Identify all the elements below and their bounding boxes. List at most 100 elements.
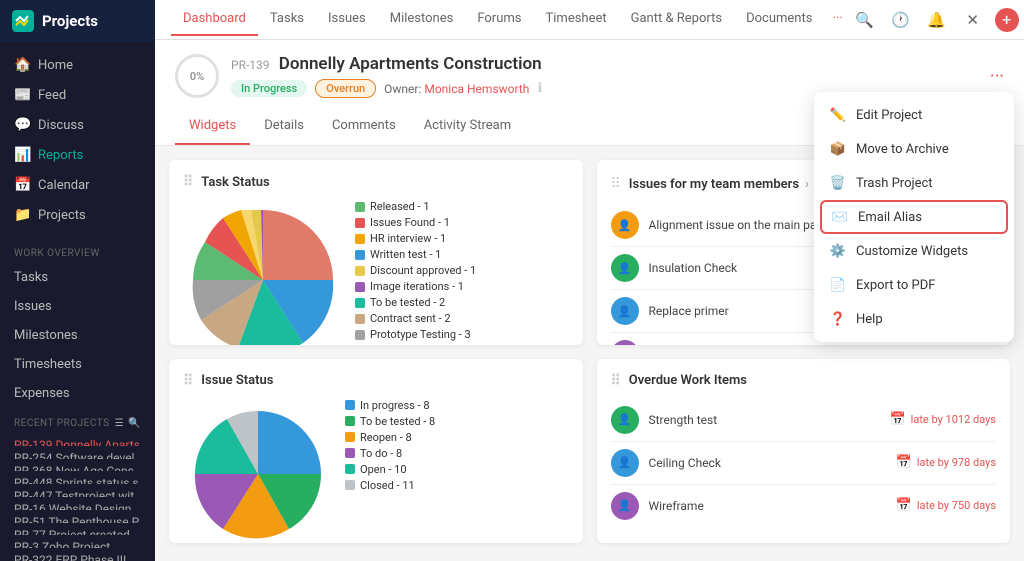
sidebar-item-timesheets[interactable]: Timesheets xyxy=(0,350,155,379)
sidebar-item-expenses[interactable]: Expenses xyxy=(0,379,155,408)
drag-handle-overdue[interactable]: ⠿ xyxy=(611,373,621,389)
content-area: 0% PR-139 Donnelly Apartments Constructi… xyxy=(155,40,1024,561)
topbar-dashboard[interactable]: Dashboard xyxy=(171,3,258,36)
tab-comments[interactable]: Comments xyxy=(318,108,410,145)
issue-status-legend: In progress - 8 To be tested - 8 Reopen … xyxy=(345,399,435,492)
sidebar-item-issues[interactable]: Issues xyxy=(0,292,155,321)
issue-avatar: 👤 xyxy=(611,254,639,282)
issue-avatar: 👤 xyxy=(611,211,639,239)
overdue-row-ceiling[interactable]: 👤 Ceiling Check 📅 late by 978 days xyxy=(611,442,997,485)
legend-released: Released - 1 xyxy=(355,200,476,213)
calendar-icon: 📅 xyxy=(889,412,905,427)
bell-icon[interactable]: 🔔 xyxy=(923,6,951,34)
legend-closed: Closed - 11 xyxy=(345,479,435,492)
issues-title: Issues for my team members › xyxy=(629,177,809,192)
sidebar-item-calendar[interactable]: 📅 Calendar xyxy=(0,170,155,200)
issue-status-title: ⠿ Issue Status xyxy=(183,373,569,389)
legend-dot xyxy=(355,234,365,244)
home-icon: 🏠 xyxy=(14,57,30,73)
drag-handle[interactable]: ⠿ xyxy=(183,174,193,190)
chevron-right-icon: › xyxy=(805,177,809,192)
list-icon[interactable]: ☰ xyxy=(115,418,124,429)
sidebar-project-pr77[interactable]: PR-77 Project created xyxy=(0,523,155,536)
info-icon: ℹ xyxy=(537,81,542,96)
sidebar-item-projects[interactable]: 📁 Projects xyxy=(0,200,155,230)
menu-item-export-pdf[interactable]: 📄 Export to PDF xyxy=(814,268,1014,302)
menu-item-edit-project[interactable]: ✏️ Edit Project xyxy=(814,98,1014,132)
sidebar-project-pr16[interactable]: PR-16 Website Design xyxy=(0,497,155,510)
legend-discount: Discount approved - 1 xyxy=(355,264,476,277)
drag-handle-issues[interactable]: ⠿ xyxy=(611,176,621,192)
topbar-issues[interactable]: Issues xyxy=(316,3,378,36)
drag-handle-issue-status[interactable]: ⠿ xyxy=(183,373,193,389)
issue-status-chart: In progress - 8 To be tested - 8 Reopen … xyxy=(183,399,569,544)
project-id: PR-139 xyxy=(231,58,270,72)
legend-to-be-tested-issue: To be tested - 8 xyxy=(345,415,435,428)
topbar-tasks[interactable]: Tasks xyxy=(258,3,316,36)
menu-label: Edit Project xyxy=(856,108,922,123)
sidebar-label-reports: Reports xyxy=(38,148,83,163)
sidebar-nav: 🏠 Home 📰 Feed 💬 Discuss 📊 Reports 📅 Cale… xyxy=(0,42,155,238)
sidebar-project-pr139[interactable]: PR-139 Donnelly Aparts xyxy=(0,433,155,446)
tab-activity-stream[interactable]: Activity Stream xyxy=(410,108,525,145)
issue-status-widget: ⠿ Issue Status In p xyxy=(169,359,583,544)
calendar-icon: 📅 xyxy=(896,455,912,470)
search-icon-sidebar[interactable]: 🔍 xyxy=(128,418,141,429)
project-name: Donnelly Apartments Construction xyxy=(279,54,542,74)
sidebar-item-feed[interactable]: 📰 Feed xyxy=(0,80,155,110)
topbar-more[interactable]: ··· xyxy=(824,3,850,36)
edit-icon: ✏️ xyxy=(830,107,846,123)
sidebar-project-pr368[interactable]: PR-368 New Age Cons xyxy=(0,459,155,472)
legend-prototype: Prototype Testing - 3 xyxy=(355,328,476,341)
search-icon[interactable]: 🔍 xyxy=(851,6,879,34)
clock-icon[interactable]: 🕐 xyxy=(887,6,915,34)
sidebar-project-pr448[interactable]: PR-448 Sprints status s xyxy=(0,471,155,484)
sidebar-item-tasks[interactable]: Tasks xyxy=(0,263,155,292)
sidebar-label-calendar: Calendar xyxy=(38,178,90,193)
topbar-documents[interactable]: Documents xyxy=(734,3,824,36)
calendar-icon: 📅 xyxy=(896,498,912,513)
topbar-milestones[interactable]: Milestones xyxy=(378,3,466,36)
overdue-name: Strength test xyxy=(649,413,880,427)
legend-image-iter: Image iterations - 1 xyxy=(355,280,476,293)
menu-item-trash-project[interactable]: 🗑️ Trash Project xyxy=(814,166,1014,200)
tab-widgets[interactable]: Widgets xyxy=(175,108,250,145)
app-title: Projects xyxy=(42,12,98,30)
add-button[interactable]: + xyxy=(995,8,1019,32)
sidebar-item-milestones[interactable]: Milestones xyxy=(0,321,155,350)
legend-open: Open - 10 xyxy=(345,463,435,476)
legend-issues-found: Issues Found - 1 xyxy=(355,216,476,229)
legend-dot xyxy=(355,314,365,324)
menu-item-customize-widgets[interactable]: ⚙️ Customize Widgets xyxy=(814,234,1014,268)
legend-dot xyxy=(345,464,355,474)
menu-item-email-alias[interactable]: ✉️ Email Alias xyxy=(820,200,1008,234)
projects-icon: 📁 xyxy=(14,207,30,223)
owner-label: Owner: Monica Hemsworth xyxy=(384,82,529,96)
sidebar-item-home[interactable]: 🏠 Home xyxy=(0,50,155,80)
close-icon[interactable]: ✕ xyxy=(959,6,987,34)
email-icon: ✉️ xyxy=(832,209,848,225)
menu-item-move-archive[interactable]: 📦 Move to Archive xyxy=(814,132,1014,166)
tab-details[interactable]: Details xyxy=(250,108,318,145)
sidebar-project-pr3[interactable]: PR-3 Zoho Project xyxy=(0,535,155,548)
menu-item-help[interactable]: ❓ Help xyxy=(814,302,1014,336)
task-status-chart: Released - 1 Issues Found - 1 HR intervi… xyxy=(183,200,569,345)
sidebar-project-pr447[interactable]: PR-447 Testproject wit xyxy=(0,484,155,497)
sidebar-project-pr254[interactable]: PR-254 Software devel xyxy=(0,446,155,459)
sidebar-project-pr322[interactable]: PR-322 ERP Phase III xyxy=(0,548,155,561)
sidebar-project-pr51[interactable]: PR-51 The Penthouse P xyxy=(0,510,155,523)
topbar-actions: 🔍 🕐 🔔 ✕ + 👤 xyxy=(851,6,1024,34)
topbar-forums[interactable]: Forums xyxy=(465,3,533,36)
overdue-row-wireframe[interactable]: 👤 Wireframe 📅 late by 750 days xyxy=(611,485,997,527)
topbar-gantt[interactable]: Gantt & Reports xyxy=(619,3,734,36)
reports-icon: 📊 xyxy=(14,147,30,163)
sidebar-item-reports[interactable]: 📊 Reports xyxy=(0,140,155,170)
topbar-timesheet[interactable]: Timesheet xyxy=(534,3,619,36)
sidebar-item-discuss[interactable]: 💬 Discuss xyxy=(0,110,155,140)
header-more-button[interactable]: ··· xyxy=(990,66,1004,87)
overdue-late-text: late by 978 days xyxy=(917,456,996,469)
overdue-late-text: late by 1012 days xyxy=(911,413,996,426)
overdue-row-strength[interactable]: 👤 Strength test 📅 late by 1012 days xyxy=(611,399,997,442)
owner-link[interactable]: Monica Hemsworth xyxy=(424,82,529,96)
topbar: Dashboard Tasks Issues Milestones Forums… xyxy=(155,0,1024,40)
